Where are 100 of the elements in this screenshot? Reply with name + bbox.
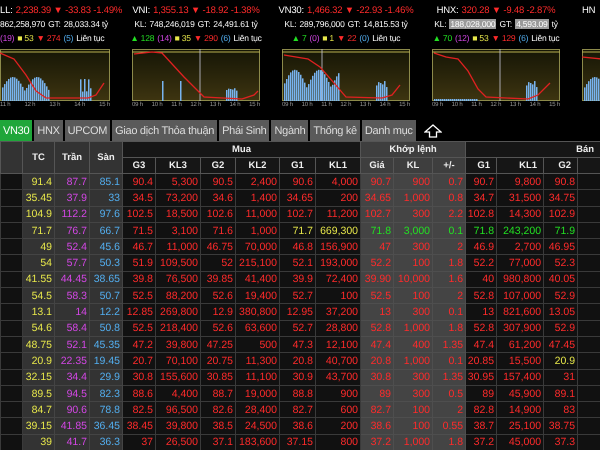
- table-cell: 13: [360, 304, 394, 320]
- table-cell: 52.5: [122, 288, 156, 304]
- table-cell: 88.6: [122, 385, 156, 402]
- table-cell: 243,200: [496, 222, 544, 239]
- index-stat: GT:: [48, 19, 61, 29]
- table-cell: 11,300: [236, 352, 280, 370]
- table-cell: 40.05: [544, 271, 578, 288]
- table-cell: 47.4: [360, 336, 394, 353]
- table-cell: 2: [432, 288, 466, 304]
- table-cell: 52.1: [54, 336, 90, 353]
- table-cell: 39.85: [200, 271, 236, 288]
- index-stat: GT:: [348, 19, 360, 29]
- table-cell: 52.7: [280, 288, 316, 304]
- table-cell: 1,000: [394, 352, 433, 370]
- table-cell: 52.5: [360, 288, 394, 304]
- column-header: KL1: [316, 158, 361, 174]
- tab[interactable]: HNX: [34, 120, 63, 141]
- table-cell: 88.7: [200, 385, 236, 402]
- table-cell: 9,800: [496, 174, 544, 190]
- breadth-count: ▲ 7: [292, 33, 307, 43]
- table-cell: 71.5: [122, 222, 156, 239]
- breadth-count: ▼ 290: [194, 33, 218, 43]
- table-cell: 41.55: [22, 271, 54, 288]
- breadth-count: ■ 1: [322, 33, 334, 43]
- table-cell: 94.5: [54, 385, 90, 402]
- table-cell: 1.35: [432, 369, 466, 386]
- table-cell: 14,900: [496, 402, 544, 418]
- table-cell: 49: [22, 238, 54, 255]
- table-cell: 800: [316, 434, 361, 450]
- table-cell: 34.65: [280, 190, 316, 206]
- table-cell: 58.3: [54, 288, 90, 304]
- table-cell: 52.5: [122, 320, 156, 336]
- table-cell: 104.9: [22, 206, 54, 222]
- table-cell: 400: [394, 336, 433, 353]
- table-cell: 39,800: [156, 418, 200, 434]
- tab[interactable]: VN30: [0, 120, 32, 141]
- table-cell: 88.8: [280, 385, 316, 402]
- session-status: Liên tục: [234, 33, 262, 43]
- table-cell: 47.2: [122, 336, 156, 353]
- table-cell: 52.6: [200, 288, 236, 304]
- table-cell: 13.05: [544, 304, 578, 320]
- table-cell: 18,500: [156, 206, 200, 222]
- table-cell: 200: [316, 190, 361, 206]
- table-cell: 82.6: [200, 402, 236, 418]
- table-cell: 0.55: [432, 418, 466, 434]
- tab[interactable]: Ngành: [271, 120, 308, 141]
- column-header: TC: [22, 142, 54, 174]
- table-cell: 2: [432, 402, 466, 418]
- table-cell: 19,000: [236, 385, 280, 402]
- table-cell: 1,000: [394, 434, 433, 450]
- table-cell: 71.6: [200, 222, 236, 239]
- table-cell: 46.75: [200, 238, 236, 255]
- table-cell: 73,200: [156, 190, 200, 206]
- table-cell: 96,500: [156, 402, 200, 418]
- table-cell: 24,500: [236, 418, 280, 434]
- table-cell: 37.15: [280, 434, 316, 450]
- table-cell: 52.9: [544, 288, 578, 304]
- table-cell: 38.6: [280, 418, 316, 434]
- table-cell: 0.1: [432, 304, 466, 320]
- table-cell: 29.9: [90, 369, 122, 386]
- column-header: G1: [280, 158, 316, 174]
- table-cell: 20.9: [544, 352, 578, 370]
- tab[interactable]: Danh mục: [362, 120, 416, 141]
- breadth-count: ■ 53: [17, 33, 34, 43]
- table-cell: 57.7: [54, 254, 90, 272]
- table-cell: 52.1: [280, 254, 316, 272]
- table-cell: 37.2: [360, 434, 394, 450]
- table-cell: 47.3: [280, 336, 316, 353]
- table-cell: 40: [466, 271, 497, 288]
- table-cell: 89: [466, 385, 497, 402]
- table-cell: 30.85: [200, 369, 236, 386]
- tab[interactable]: Thống kê: [310, 120, 360, 141]
- tab[interactable]: Giao dịch Thỏa thuận: [112, 120, 218, 141]
- table-cell: 15,500: [496, 352, 544, 370]
- table-cell: 89.5: [22, 385, 54, 402]
- table-cell: 1.6: [432, 271, 466, 288]
- table-cell: 38.7: [466, 418, 497, 434]
- table-cell: 3,100: [156, 222, 200, 239]
- column-header: +/-: [432, 158, 466, 174]
- column-header: Giá: [360, 158, 394, 174]
- table-cell: 39.90: [360, 271, 394, 288]
- table-cell: 31,500: [496, 190, 544, 206]
- table-cell: 72,400: [316, 271, 361, 288]
- table-cell: 78.8: [90, 402, 122, 418]
- table-cell: 39.9: [280, 271, 316, 288]
- table-cell: 46.7: [122, 238, 156, 255]
- table-cell: 19,400: [236, 288, 280, 304]
- table-cell: 82.3: [90, 385, 122, 402]
- table-cell: 14,300: [496, 206, 544, 222]
- breadth-count: (14): [157, 33, 172, 43]
- index-stat: 862,258,970: [0, 19, 46, 29]
- table-cell: 50.8: [90, 320, 122, 336]
- tab[interactable]: UPCOM: [64, 120, 110, 141]
- table-cell: 157,400: [496, 369, 544, 386]
- table-cell: 156,900: [316, 238, 361, 255]
- column-header: Trần: [54, 142, 90, 174]
- table-cell: 28,800: [316, 320, 361, 336]
- table-cell: 26,500: [156, 434, 200, 450]
- tab[interactable]: Phái Sinh: [219, 120, 270, 141]
- arrow-up-icon[interactable]: [424, 124, 442, 138]
